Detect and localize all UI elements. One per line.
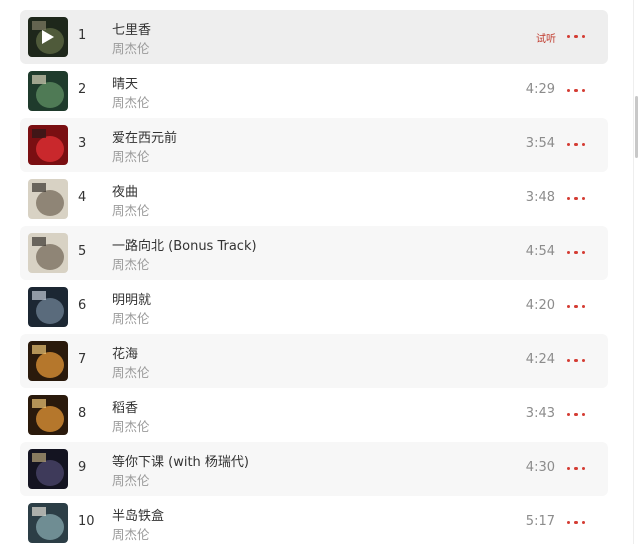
- more-options-icon[interactable]: [567, 251, 585, 255]
- track-number: 3: [78, 136, 87, 151]
- album-art-image: [28, 503, 68, 543]
- more-options-icon[interactable]: [567, 467, 585, 471]
- track-artist[interactable]: 周杰伦: [112, 146, 150, 165]
- track-row[interactable]: 1 七里香 周杰伦 试听: [20, 10, 608, 64]
- track-title[interactable]: 花海: [112, 343, 138, 362]
- album-cover[interactable]: [28, 71, 68, 111]
- track-duration: 4:30: [525, 460, 555, 475]
- track-duration: 4:54: [525, 244, 555, 259]
- album-art-image: [28, 71, 68, 111]
- track-duration: 5:17: [525, 514, 555, 529]
- track-number: 1: [78, 28, 87, 43]
- track-number: 2: [78, 82, 87, 97]
- track-title[interactable]: 七里香: [112, 19, 151, 38]
- track-row[interactable]: 10 半岛铁盒 周杰伦 5:17: [20, 496, 608, 550]
- track-row[interactable]: 9 等你下课 (with 杨瑞代) 周杰伦 4:30: [20, 442, 608, 496]
- album-cover[interactable]: [28, 179, 68, 219]
- track-title[interactable]: 明明就: [112, 289, 151, 308]
- track-duration: 3:54: [525, 136, 555, 151]
- album-cover[interactable]: [28, 503, 68, 543]
- track-duration: 3:48: [525, 190, 555, 205]
- album-art-image: [28, 341, 68, 381]
- album-cover[interactable]: [28, 233, 68, 273]
- album-art-image: [28, 125, 68, 165]
- track-row[interactable]: 7 花海 周杰伦 4:24: [20, 334, 608, 388]
- track-number: 10: [78, 514, 95, 529]
- track-list: 1 七里香 周杰伦 试听 2 晴天 周杰伦 4:29 3 爱在西元前 周杰伦 3…: [20, 10, 608, 550]
- more-options-icon[interactable]: [567, 89, 585, 93]
- more-options-icon[interactable]: [567, 197, 585, 201]
- track-row[interactable]: 3 爱在西元前 周杰伦 3:54: [20, 118, 608, 172]
- track-title[interactable]: 晴天: [112, 73, 138, 92]
- more-options-icon[interactable]: [567, 305, 585, 309]
- track-row[interactable]: 4 夜曲 周杰伦 3:48: [20, 172, 608, 226]
- scrollbar-track[interactable]: [633, 0, 638, 544]
- more-options-icon[interactable]: [567, 359, 585, 363]
- album-cover[interactable]: [28, 449, 68, 489]
- album-cover[interactable]: [28, 341, 68, 381]
- album-art-image: [28, 233, 68, 273]
- track-duration: 3:43: [525, 406, 555, 421]
- track-duration: 4:24: [525, 352, 555, 367]
- track-artist[interactable]: 周杰伦: [112, 200, 150, 219]
- track-artist[interactable]: 周杰伦: [112, 92, 150, 111]
- trial-listen-label[interactable]: 试听: [536, 30, 556, 45]
- track-artist[interactable]: 周杰伦: [112, 416, 150, 435]
- track-duration: 4:20: [525, 298, 555, 313]
- more-options-icon[interactable]: [567, 413, 585, 417]
- more-options-icon[interactable]: [567, 143, 585, 147]
- album-cover[interactable]: [28, 395, 68, 435]
- track-row[interactable]: 8 稻香 周杰伦 3:43: [20, 388, 608, 442]
- track-title[interactable]: 等你下课 (with 杨瑞代): [112, 451, 249, 470]
- track-artist[interactable]: 周杰伦: [112, 254, 150, 273]
- track-artist[interactable]: 周杰伦: [112, 470, 150, 489]
- track-artist[interactable]: 周杰伦: [112, 308, 150, 327]
- track-duration: 4:29: [525, 82, 555, 97]
- album-cover[interactable]: [28, 17, 68, 57]
- track-artist[interactable]: 周杰伦: [112, 362, 150, 381]
- album-cover[interactable]: [28, 125, 68, 165]
- album-art-image: [28, 179, 68, 219]
- play-icon[interactable]: [28, 17, 68, 57]
- album-art-image: [28, 395, 68, 435]
- more-options-icon[interactable]: [567, 35, 585, 39]
- track-row[interactable]: 2 晴天 周杰伦 4:29: [20, 64, 608, 118]
- track-artist[interactable]: 周杰伦: [112, 38, 150, 57]
- track-number: 5: [78, 244, 87, 259]
- track-title[interactable]: 爱在西元前: [112, 127, 177, 146]
- album-art-image: [28, 449, 68, 489]
- track-title[interactable]: 稻香: [112, 397, 138, 416]
- album-art-image: [28, 287, 68, 327]
- track-row[interactable]: 6 明明就 周杰伦 4:20: [20, 280, 608, 334]
- track-number: 4: [78, 190, 87, 205]
- track-number: 9: [78, 460, 87, 475]
- more-options-icon[interactable]: [567, 521, 585, 525]
- track-artist[interactable]: 周杰伦: [112, 524, 150, 543]
- track-title[interactable]: 一路向北 (Bonus Track): [112, 235, 257, 254]
- track-row[interactable]: 5 一路向北 (Bonus Track) 周杰伦 4:54: [20, 226, 608, 280]
- track-number: 7: [78, 352, 87, 367]
- track-number: 8: [78, 406, 87, 421]
- album-cover[interactable]: [28, 287, 68, 327]
- track-title[interactable]: 夜曲: [112, 181, 138, 200]
- track-number: 6: [78, 298, 87, 313]
- track-title[interactable]: 半岛铁盒: [112, 505, 164, 524]
